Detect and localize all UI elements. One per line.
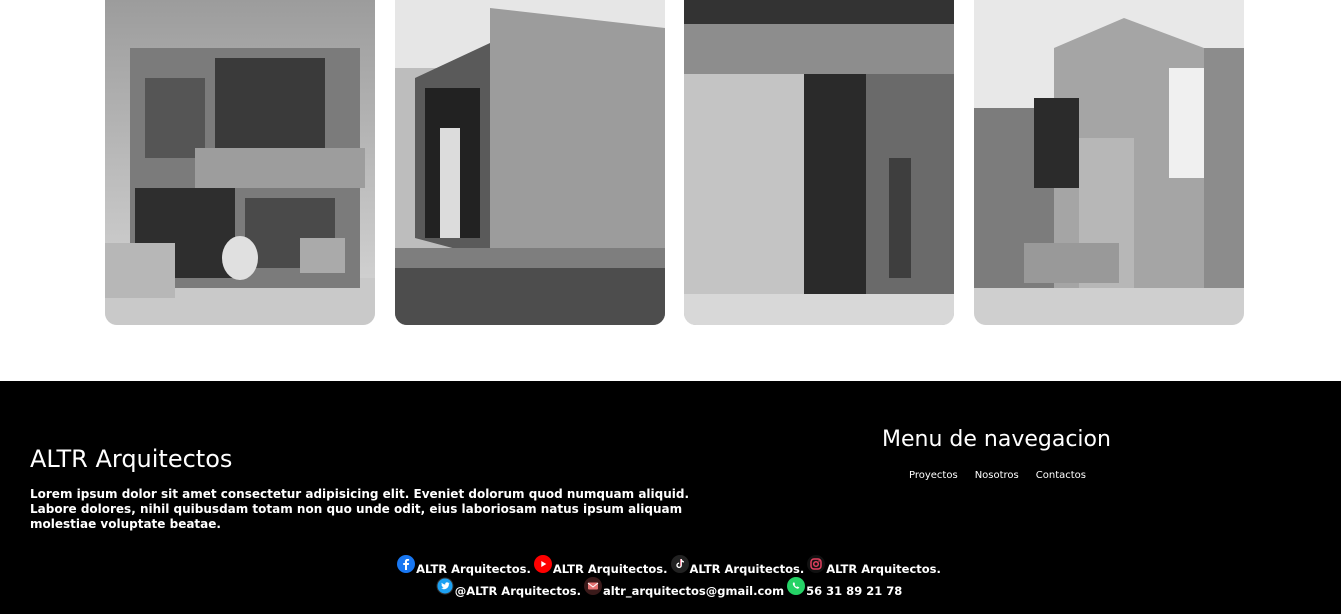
facebook-icon — [397, 555, 416, 573]
nav-link-contactos[interactable]: Contactos — [1036, 470, 1086, 481]
whatsapp-icon — [787, 577, 806, 595]
email-link[interactable]: altr_arquitectos@gmail.com — [583, 577, 785, 598]
tiktok-link[interactable]: ALTR Arquitectos. — [670, 555, 805, 576]
construction-photo-image — [105, 0, 375, 325]
whatsapp-label: 56 31 89 21 78 — [806, 584, 903, 598]
email-label: altr_arquitectos@gmail.com — [602, 584, 785, 598]
site-footer: ALTR Arquitectos Lorem ipsum dolor sit a… — [0, 381, 1341, 614]
twitter-icon — [436, 577, 454, 595]
twitter-link[interactable]: @ALTR Arquitectos. — [436, 577, 581, 598]
twitter-label: @ALTR Arquitectos. — [454, 584, 581, 598]
gallery-photo-doorway[interactable] — [684, 0, 954, 325]
photo-gallery — [0, 0, 1341, 381]
facebook-label: ALTR Arquitectos. — [416, 562, 531, 576]
instagram-icon — [807, 555, 826, 573]
gallery-photo-construction[interactable] — [105, 0, 375, 325]
social-links-row-2: @ALTR Arquitectos. altr_arquitectos@gmai… — [0, 577, 1341, 598]
email-icon — [583, 577, 602, 595]
concrete-house-photo-image — [395, 0, 665, 325]
social-links-row-1: ALTR Arquitectos. ALTR Arquitectos. ALTR… — [0, 555, 1341, 576]
gallery-photo-concrete-house[interactable] — [395, 0, 665, 325]
footer-menu-title: Menu de navegacion — [882, 427, 1111, 452]
instagram-link[interactable]: ALTR Arquitectos. — [807, 555, 941, 576]
footer-brand-title: ALTR Arquitectos — [30, 445, 233, 473]
nav-link-nosotros[interactable]: Nosotros — [975, 470, 1019, 481]
tiktok-icon — [670, 555, 689, 573]
whatsapp-link[interactable]: 56 31 89 21 78 — [787, 577, 903, 598]
youtube-link[interactable]: ALTR Arquitectos. — [533, 555, 668, 576]
modern-facade-photo-image — [974, 0, 1244, 325]
doorway-photo-image — [684, 0, 954, 325]
facebook-link[interactable]: ALTR Arquitectos. — [397, 555, 531, 576]
tiktok-label: ALTR Arquitectos. — [689, 562, 805, 576]
nav-link-proyectos[interactable]: Proyectos — [909, 470, 958, 481]
footer-description: Lorem ipsum dolor sit amet consectetur a… — [30, 487, 690, 531]
youtube-icon — [533, 555, 552, 573]
instagram-label: ALTR Arquitectos. — [826, 562, 941, 576]
gallery-photo-modern-facade[interactable] — [974, 0, 1244, 325]
youtube-label: ALTR Arquitectos. — [552, 562, 668, 576]
footer-navigation: Proyectos Nosotros Contactos — [909, 470, 1086, 481]
